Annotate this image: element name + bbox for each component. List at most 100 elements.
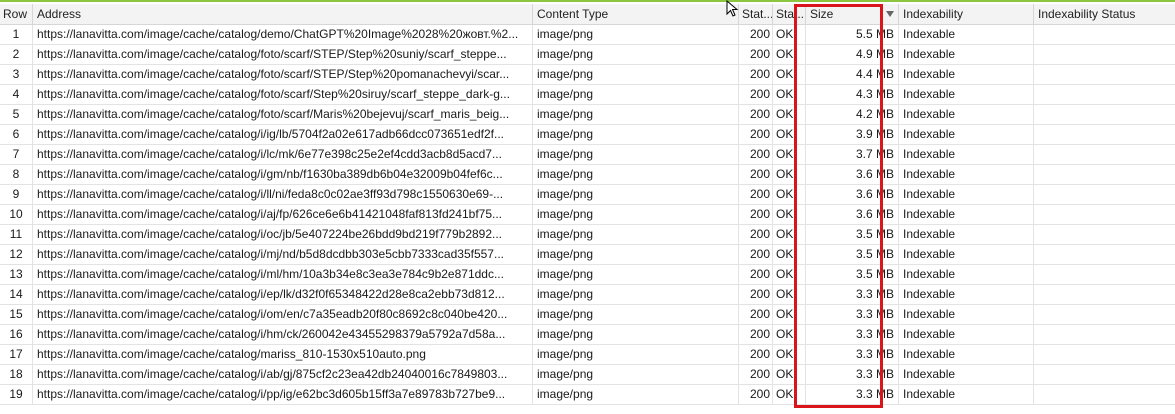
cell-address[interactable]: https://lanavitta.com/image/cache/catalo… xyxy=(33,265,533,285)
table-row[interactable]: 11 https://lanavitta.com/image/cache/cata… xyxy=(0,225,1175,245)
cell-status-code[interactable]: 200 xyxy=(739,305,773,325)
cell-indexability[interactable]: Indexable xyxy=(899,25,1034,45)
cell-row-number[interactable]: 6 xyxy=(0,125,33,145)
cell-status[interactable]: OK xyxy=(773,165,806,185)
cell-address[interactable]: https://lanavitta.com/image/cache/catalo… xyxy=(33,185,533,205)
cell-status[interactable]: OK xyxy=(773,365,806,385)
cell-address[interactable]: https://lanavitta.com/image/cache/catalo… xyxy=(33,365,533,385)
cell-status-code[interactable]: 200 xyxy=(739,125,773,145)
cell-indexability[interactable]: Indexable xyxy=(899,205,1034,225)
cell-status[interactable]: OK xyxy=(773,205,806,225)
cell-size[interactable]: 3.5 MB xyxy=(806,265,899,285)
sort-descending-icon[interactable] xyxy=(886,11,894,17)
cell-row-number[interactable]: 14 xyxy=(0,285,33,305)
cell-content-type[interactable]: image/png xyxy=(533,65,739,85)
cell-address[interactable]: https://lanavitta.com/image/cache/catalo… xyxy=(33,65,533,85)
cell-status-code[interactable]: 200 xyxy=(739,285,773,305)
cell-address[interactable]: https://lanavitta.com/image/cache/catalo… xyxy=(33,325,533,345)
column-header-content-type[interactable]: Content Type xyxy=(533,4,739,25)
cell-status-code[interactable]: 200 xyxy=(739,385,773,405)
cell-status[interactable]: OK xyxy=(773,265,806,285)
cell-indexability-status[interactable] xyxy=(1034,305,1175,325)
cell-indexability[interactable]: Indexable xyxy=(899,65,1034,85)
cell-status[interactable]: OK xyxy=(773,185,806,205)
cell-status[interactable]: OK xyxy=(773,105,806,125)
cell-size[interactable]: 3.7 MB xyxy=(806,145,899,165)
cell-size[interactable]: 3.9 MB xyxy=(806,125,899,145)
cell-content-type[interactable]: image/png xyxy=(533,285,739,305)
cell-indexability-status[interactable] xyxy=(1034,125,1175,145)
cell-indexability-status[interactable] xyxy=(1034,385,1175,405)
cell-address[interactable]: https://lanavitta.com/image/cache/catalo… xyxy=(33,45,533,65)
cell-status-code[interactable]: 200 xyxy=(739,85,773,105)
cell-indexability-status[interactable] xyxy=(1034,205,1175,225)
cell-status[interactable]: OK xyxy=(773,325,806,345)
table-row[interactable]: 5 https://lanavitta.com/image/cache/catal… xyxy=(0,105,1175,125)
cell-address[interactable]: https://lanavitta.com/image/cache/catalo… xyxy=(33,145,533,165)
column-header-indexability-status[interactable]: Indexability Status xyxy=(1034,4,1175,25)
cell-content-type[interactable]: image/png xyxy=(533,345,739,365)
cell-content-type[interactable]: image/png xyxy=(533,305,739,325)
cell-size[interactable]: 3.6 MB xyxy=(806,165,899,185)
column-header-status[interactable]: Stat... xyxy=(773,4,806,25)
column-header-size[interactable]: Size xyxy=(806,4,899,25)
cell-status[interactable]: OK xyxy=(773,145,806,165)
cell-indexability-status[interactable] xyxy=(1034,185,1175,205)
cell-indexability[interactable]: Indexable xyxy=(899,245,1034,265)
cell-status-code[interactable]: 200 xyxy=(739,185,773,205)
cell-status[interactable]: OK xyxy=(773,385,806,405)
table-row[interactable]: 8 https://lanavitta.com/image/cache/catal… xyxy=(0,165,1175,185)
cell-status-code[interactable]: 200 xyxy=(739,365,773,385)
cell-content-type[interactable]: image/png xyxy=(533,325,739,345)
cell-indexability-status[interactable] xyxy=(1034,45,1175,65)
cell-row-number[interactable]: 3 xyxy=(0,65,33,85)
cell-content-type[interactable]: image/png xyxy=(533,85,739,105)
cell-indexability[interactable]: Indexable xyxy=(899,305,1034,325)
cell-indexability-status[interactable] xyxy=(1034,85,1175,105)
cell-address[interactable]: https://lanavitta.com/image/cache/catalo… xyxy=(33,85,533,105)
cell-indexability[interactable]: Indexable xyxy=(899,285,1034,305)
cell-row-number[interactable]: 7 xyxy=(0,145,33,165)
cell-status-code[interactable]: 200 xyxy=(739,205,773,225)
cell-indexability-status[interactable] xyxy=(1034,105,1175,125)
cell-row-number[interactable]: 12 xyxy=(0,245,33,265)
cell-indexability-status[interactable] xyxy=(1034,25,1175,45)
cell-status[interactable]: OK xyxy=(773,85,806,105)
cell-address[interactable]: https://lanavitta.com/image/cache/catalo… xyxy=(33,245,533,265)
table-row[interactable]: 18 https://lanavitta.com/image/cache/cata… xyxy=(0,365,1175,385)
cell-size[interactable]: 3.3 MB xyxy=(806,285,899,305)
cell-status-code[interactable]: 200 xyxy=(739,65,773,85)
cell-size[interactable]: 3.5 MB xyxy=(806,225,899,245)
cell-status[interactable]: OK xyxy=(773,65,806,85)
cell-content-type[interactable]: image/png xyxy=(533,225,739,245)
cell-status-code[interactable]: 200 xyxy=(739,25,773,45)
cell-content-type[interactable]: image/png xyxy=(533,245,739,265)
cell-size[interactable]: 3.3 MB xyxy=(806,385,899,405)
cell-size[interactable]: 4.3 MB xyxy=(806,85,899,105)
cell-indexability[interactable]: Indexable xyxy=(899,45,1034,65)
table-row[interactable]: 7 https://lanavitta.com/image/cache/catal… xyxy=(0,145,1175,165)
cell-row-number[interactable]: 13 xyxy=(0,265,33,285)
cell-indexability[interactable]: Indexable xyxy=(899,85,1034,105)
cell-status[interactable]: OK xyxy=(773,245,806,265)
cell-row-number[interactable]: 4 xyxy=(0,85,33,105)
table-row[interactable]: 9 https://lanavitta.com/image/cache/catal… xyxy=(0,185,1175,205)
cell-indexability[interactable]: Indexable xyxy=(899,265,1034,285)
column-header-status-code[interactable]: Stat... xyxy=(739,4,773,25)
cell-content-type[interactable]: image/png xyxy=(533,165,739,185)
cell-row-number[interactable]: 2 xyxy=(0,45,33,65)
cell-content-type[interactable]: image/png xyxy=(533,105,739,125)
cell-indexability[interactable]: Indexable xyxy=(899,125,1034,145)
cell-content-type[interactable]: image/png xyxy=(533,385,739,405)
cell-address[interactable]: https://lanavitta.com/image/cache/catalo… xyxy=(33,105,533,125)
cell-indexability[interactable]: Indexable xyxy=(899,145,1034,165)
cell-indexability[interactable]: Indexable xyxy=(899,105,1034,125)
table-row[interactable]: 19 https://lanavitta.com/image/cache/cata… xyxy=(0,385,1175,405)
cell-size[interactable]: 3.6 MB xyxy=(806,185,899,205)
cell-status-code[interactable]: 200 xyxy=(739,105,773,125)
cell-indexability[interactable]: Indexable xyxy=(899,165,1034,185)
cell-size[interactable]: 4.9 MB xyxy=(806,45,899,65)
table-row[interactable]: 3 https://lanavitta.com/image/cache/catal… xyxy=(0,65,1175,85)
cell-content-type[interactable]: image/png xyxy=(533,185,739,205)
cell-row-number[interactable]: 16 xyxy=(0,325,33,345)
